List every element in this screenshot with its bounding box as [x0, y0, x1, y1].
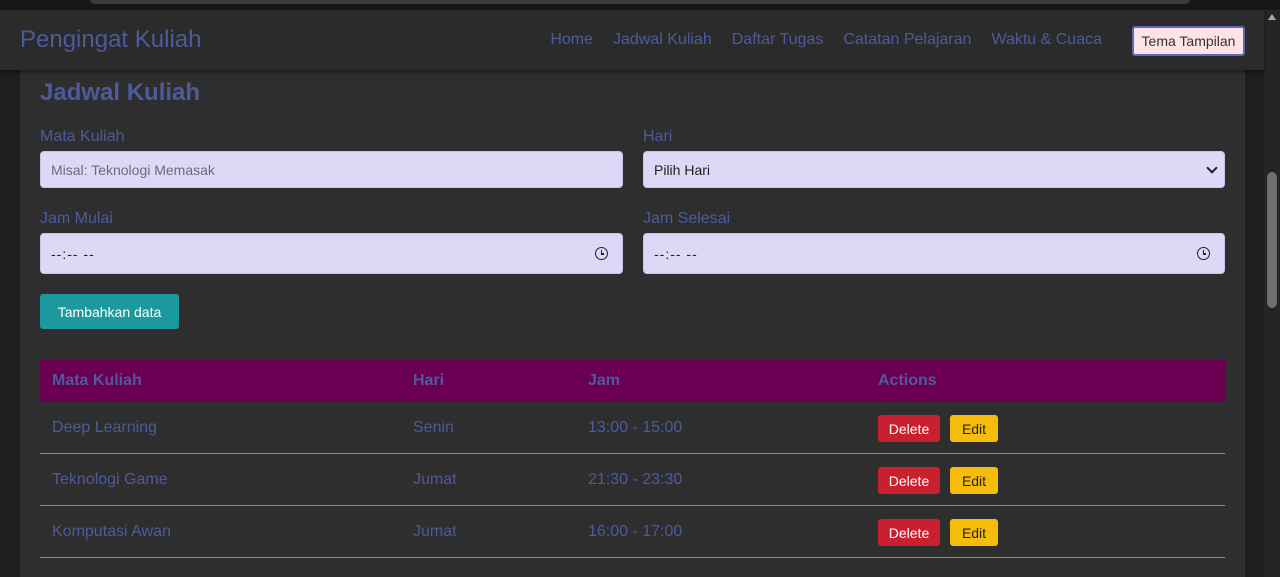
nav-link-catatan-pelajaran[interactable]: Catatan Pelajaran: [843, 31, 971, 49]
scroll-up-arrow-icon[interactable]: [1268, 14, 1276, 20]
cell-course: Teknologi Game: [52, 471, 168, 488]
delete-button[interactable]: Delete: [878, 519, 940, 546]
day-select[interactable]: Pilih Hari: [643, 151, 1225, 188]
table-row: Teknologi Game Jumat 21:30 - 23:30 Delet…: [40, 454, 1225, 506]
end-time-label: Jam Selesai: [643, 210, 731, 227]
scroll-thumb[interactable]: [1267, 172, 1277, 308]
cell-time: 13:00 - 15:00: [588, 419, 683, 436]
course-input[interactable]: [40, 151, 623, 188]
cell-day: Senin: [413, 419, 454, 436]
schedule-table: Mata Kuliah Hari Jam Actions Deep Learni…: [40, 360, 1225, 558]
page-scrollbar[interactable]: [1264, 10, 1280, 577]
browser-top-strip: [0, 0, 1280, 10]
brand-title[interactable]: Pengingat Kuliah: [20, 26, 201, 54]
nav-links: Home Jadwal Kuliah Daftar Tugas Catatan …: [550, 31, 1102, 49]
start-time-value: --:-- --: [51, 245, 95, 262]
start-time-input[interactable]: --:-- --: [40, 233, 623, 274]
schedule-card: Jadwal Kuliah Mata Kuliah Hari Pilih Har…: [20, 70, 1245, 577]
chevron-down-icon: [1206, 162, 1218, 174]
delete-button[interactable]: Delete: [878, 467, 940, 494]
start-time-label: Jam Mulai: [40, 210, 113, 227]
cell-time: 21:30 - 23:30: [588, 471, 683, 488]
end-time-value: --:-- --: [654, 245, 698, 262]
browser-address-bar: [90, 0, 1190, 4]
nav-link-jadwal-kuliah[interactable]: Jadwal Kuliah: [613, 31, 712, 49]
theme-toggle-button[interactable]: Tema Tampilan: [1132, 26, 1245, 56]
header-mata-kuliah: Mata Kuliah: [52, 372, 142, 389]
course-label: Mata Kuliah: [40, 128, 125, 145]
header-jam: Jam: [588, 372, 621, 389]
edit-button[interactable]: Edit: [950, 467, 998, 494]
cell-course: Deep Learning: [52, 419, 157, 436]
table-row: Deep Learning Senin 13:00 - 15:00 Delete…: [40, 402, 1225, 454]
cell-day: Jumat: [413, 523, 457, 540]
nav-link-waktu-cuaca[interactable]: Waktu & Cuaca: [991, 31, 1102, 49]
header-actions: Actions: [878, 372, 937, 389]
nav-link-home[interactable]: Home: [550, 31, 593, 49]
header-hari: Hari: [413, 372, 445, 389]
table-row: Komputasi Awan Jumat 16:00 - 17:00 Delet…: [40, 506, 1225, 558]
end-time-input[interactable]: --:-- --: [643, 233, 1225, 274]
edit-button[interactable]: Edit: [950, 415, 998, 442]
clock-icon[interactable]: [595, 247, 608, 260]
day-label: Hari: [643, 128, 673, 145]
cell-day: Jumat: [413, 471, 457, 488]
nav-link-daftar-tugas[interactable]: Daftar Tugas: [732, 31, 824, 49]
edit-button[interactable]: Edit: [950, 519, 998, 546]
delete-button[interactable]: Delete: [878, 415, 940, 442]
add-data-button[interactable]: Tambahkan data: [40, 294, 179, 329]
table-header: Mata Kuliah Hari Jam Actions: [40, 360, 1225, 402]
cell-time: 16:00 - 17:00: [588, 523, 683, 540]
cell-course: Komputasi Awan: [52, 523, 171, 540]
clock-icon[interactable]: [1197, 247, 1210, 260]
day-select-value: Pilih Hari: [654, 161, 711, 178]
navbar: Pengingat Kuliah Home Jadwal Kuliah Daft…: [0, 10, 1264, 70]
page-title: Jadwal Kuliah: [40, 79, 201, 106]
